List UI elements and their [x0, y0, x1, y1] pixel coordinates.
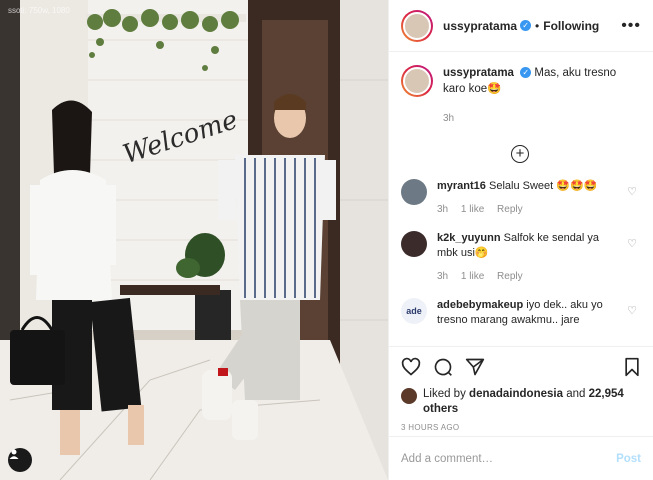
comment-like-heart-icon[interactable]: ♡	[627, 185, 637, 198]
post-side-panel: ussypratama ✓ • Following ••• ussypratam…	[388, 0, 653, 480]
comment-time: 3h	[437, 271, 449, 282]
comment-text: Selalu Sweet 🤩🤩🤩	[488, 180, 598, 192]
likes-summary: Liked by denadaindonesia and 22,954 othe…	[401, 387, 641, 417]
liked-and: and	[566, 388, 586, 400]
comment-time: 3h	[437, 204, 449, 215]
liked-by-prefix: Liked by	[423, 388, 466, 400]
load-more-comments-icon[interactable]: +	[511, 145, 529, 163]
author-username[interactable]: ussypratama	[443, 19, 517, 33]
comments-list[interactable]: ussypratama ✓ Mas, aku tresno karo koe🤩 …	[389, 53, 653, 343]
caption-time: 3h	[443, 113, 455, 124]
liker-avatar[interactable]	[401, 388, 417, 404]
add-comment-bar: Post	[389, 436, 653, 480]
post-actions: Liked by denadaindonesia and 22,954 othe…	[389, 346, 653, 436]
caption-username[interactable]: ussypratama	[443, 67, 514, 79]
commenter-avatar[interactable]	[401, 179, 427, 205]
verified-badge-icon: ✓	[520, 67, 532, 79]
post-time-ago[interactable]: 3 HOURS AGO	[401, 423, 641, 432]
comment-input[interactable]	[401, 452, 617, 465]
share-icon[interactable]	[465, 357, 485, 377]
comment-item: ade adebebymakeup iyo dek.. aku yo tresn…	[401, 298, 639, 328]
verified-badge-icon: ✓	[520, 20, 532, 31]
post-caption: ussypratama ✓ Mas, aku tresno karo koe🤩 …	[401, 65, 639, 127]
commenter-avatar[interactable]	[401, 231, 427, 257]
comment-item: myrant16 Selalu Sweet 🤩🤩🤩 3h 1 like Repl…	[401, 179, 639, 217]
photo-meta-text: ssoti: 750w, 1080	[8, 6, 70, 15]
author-avatar[interactable]	[401, 9, 433, 42]
comment-icon[interactable]	[433, 357, 453, 377]
post-comment-button[interactable]: Post	[616, 453, 641, 465]
comment-username[interactable]: k2k_yuyunn	[437, 232, 501, 244]
separator-dot: •	[535, 18, 540, 33]
comment-item: k2k_yuyunn Salfok ke sendal ya mbk usi🤭 …	[401, 231, 639, 284]
comment-likes[interactable]: 1 like	[461, 204, 484, 215]
bookmark-icon[interactable]	[623, 357, 641, 377]
comment-like-heart-icon[interactable]: ♡	[627, 304, 637, 317]
like-heart-icon[interactable]	[401, 357, 421, 377]
reply-button[interactable]: Reply	[497, 204, 523, 215]
liked-by-user[interactable]: denadaindonesia	[469, 388, 563, 400]
commenter-avatar[interactable]: ade	[401, 298, 427, 324]
tagged-user-icon[interactable]	[8, 448, 32, 472]
following-button[interactable]: Following	[543, 19, 599, 33]
reply-button[interactable]: Reply	[497, 271, 523, 282]
comment-username[interactable]: myrant16	[437, 180, 486, 192]
comment-username[interactable]: adebebymakeup	[437, 299, 523, 311]
comment-likes[interactable]: 1 like	[461, 271, 484, 282]
more-options-icon[interactable]: •••	[621, 17, 641, 35]
post-header: ussypratama ✓ • Following •••	[389, 0, 653, 52]
photo-scene: Welcome	[0, 0, 388, 480]
caption-avatar[interactable]	[401, 65, 433, 97]
comment-like-heart-icon[interactable]: ♡	[627, 237, 637, 250]
post-photo[interactable]: Welcome ssoti: 750w, 1080	[0, 0, 388, 480]
